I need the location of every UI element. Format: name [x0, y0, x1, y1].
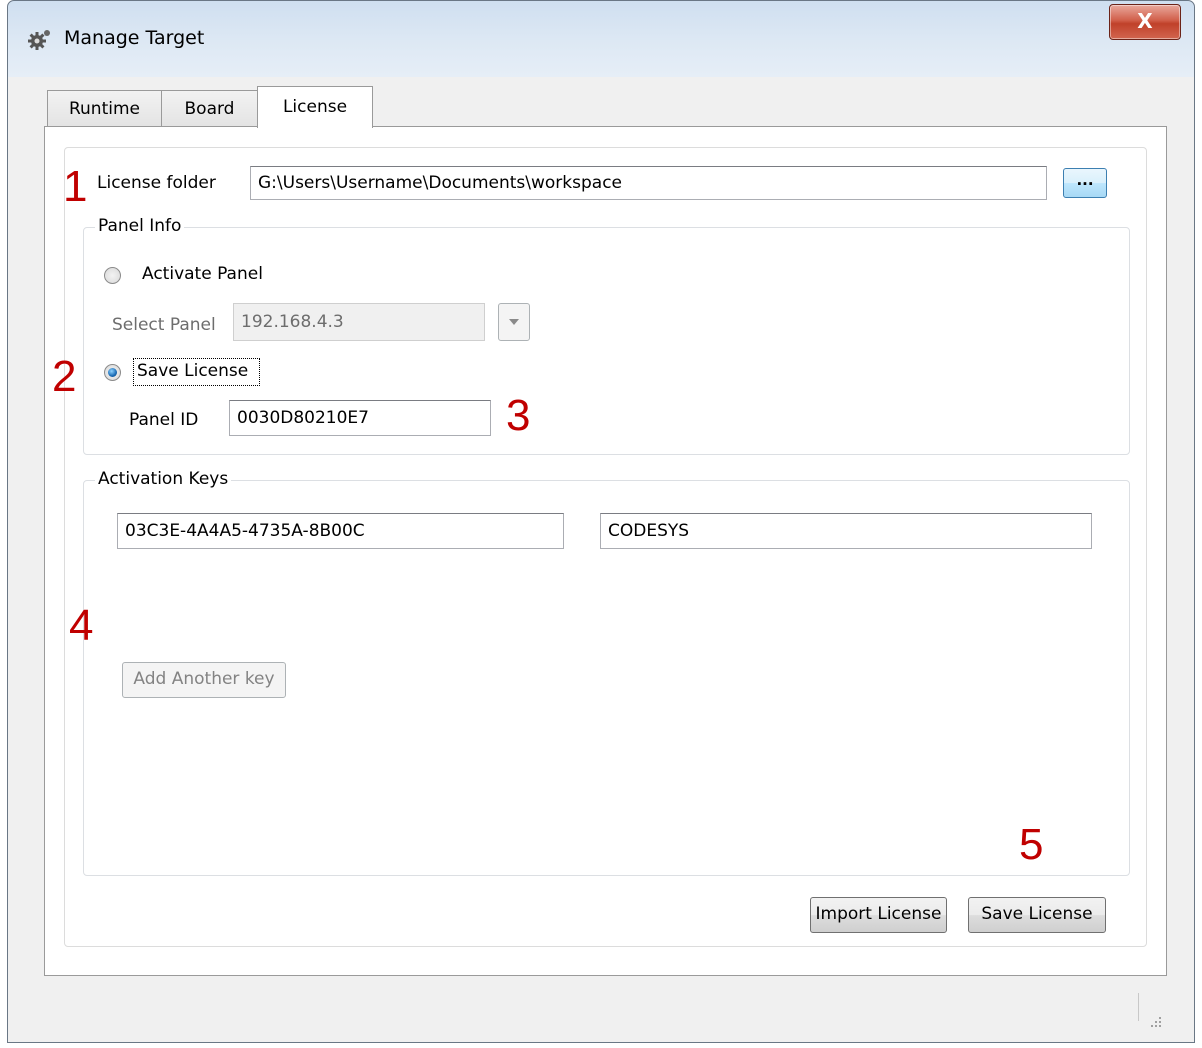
license-folder-field[interactable]: G:\Users\Username\Documents\workspace — [250, 166, 1047, 200]
chevron-down-icon[interactable] — [498, 303, 530, 341]
save-license-radio[interactable] — [104, 364, 121, 381]
license-folder-label: License folder — [97, 173, 216, 193]
window-title: Manage Target — [64, 27, 205, 49]
close-button[interactable]: X — [1109, 4, 1181, 40]
add-another-key-button[interactable]: Add Another key — [122, 662, 286, 698]
resize-grip-icon[interactable] — [1148, 1014, 1162, 1028]
save-license-button[interactable]: Save License — [968, 897, 1106, 933]
tab-runtime[interactable]: Runtime — [47, 90, 162, 128]
browse-button[interactable]: ... — [1063, 168, 1107, 198]
panel-id-label: Panel ID — [129, 410, 199, 430]
panel-info-title: Panel Info — [95, 216, 185, 236]
annotation-5: 5 — [1019, 820, 1044, 869]
activation-product-field[interactable]: CODESYS — [600, 513, 1092, 549]
select-panel-label: Select Panel — [112, 315, 216, 335]
gear-icon — [28, 30, 50, 50]
annotation-3: 3 — [506, 391, 531, 440]
activate-panel-label[interactable]: Activate Panel — [142, 264, 263, 284]
annotation-1: 1 — [63, 162, 88, 211]
annotation-2: 2 — [52, 352, 77, 401]
tab-board[interactable]: Board — [161, 90, 258, 128]
tab-license[interactable]: License — [257, 86, 373, 128]
activation-key-field[interactable]: 03C3E-4A4A5-4735A-8B00C — [117, 513, 564, 549]
activate-panel-radio[interactable] — [104, 267, 121, 284]
status-separator — [1138, 993, 1139, 1021]
activation-keys-title: Activation Keys — [95, 469, 232, 489]
title-bar[interactable]: Manage Target X — [8, 1, 1194, 77]
import-license-button[interactable]: Import License — [810, 897, 947, 933]
panel-id-field[interactable]: 0030D80210E7 — [229, 400, 491, 436]
save-license-radio-label[interactable]: Save License — [137, 361, 248, 381]
annotation-4: 4 — [69, 601, 94, 650]
select-panel-combobox[interactable]: 192.168.4.3 — [233, 303, 485, 341]
